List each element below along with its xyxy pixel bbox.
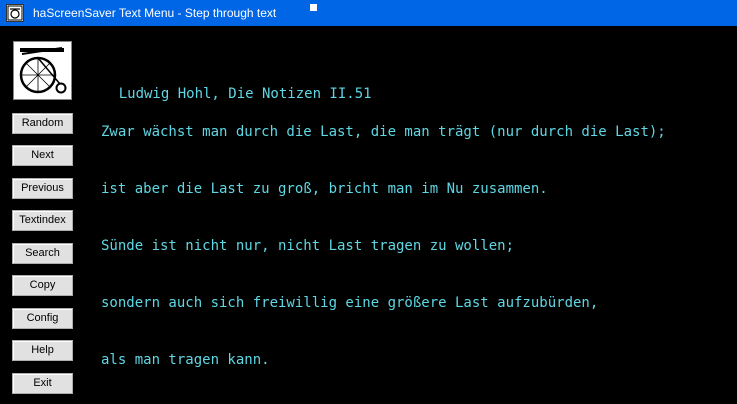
copy-button[interactable]: Copy: [12, 275, 73, 296]
client-area: Random Next Previous Textindex Search Co…: [0, 26, 737, 404]
window-title: haScreenSaver Text Menu - Step through t…: [33, 6, 277, 20]
random-button[interactable]: Random: [12, 113, 73, 134]
previous-button[interactable]: Previous: [12, 178, 73, 199]
quote-line: sondern auch sich freiwillig eine größer…: [101, 295, 599, 311]
penny-farthing-bicycle-icon: [13, 41, 72, 100]
config-button[interactable]: Config: [12, 308, 73, 329]
text-display: Ludwig Hohl, Die Notizen II.51 Zwar wäch…: [85, 66, 725, 404]
help-button[interactable]: Help: [12, 340, 73, 361]
quote-line: als man tragen kann.: [101, 352, 270, 368]
search-button[interactable]: Search: [12, 243, 73, 264]
quote-source: Ludwig Hohl, Die Notizen II.51: [118, 86, 372, 102]
quote-line: Sünde ist nicht nur, nicht Last tragen z…: [101, 238, 515, 254]
title-bar[interactable]: haScreenSaver Text Menu - Step through t…: [0, 0, 737, 26]
quote-line: ist aber die Last zu groß, bricht man im…: [101, 181, 548, 197]
textindex-button[interactable]: Textindex: [12, 210, 73, 231]
exit-button[interactable]: Exit: [12, 373, 73, 394]
quote-line: Zwar wächst man durch die Last, die man …: [101, 124, 666, 140]
next-button[interactable]: Next: [12, 145, 73, 166]
title-marker: [310, 4, 317, 11]
app-icon[interactable]: [6, 4, 24, 22]
